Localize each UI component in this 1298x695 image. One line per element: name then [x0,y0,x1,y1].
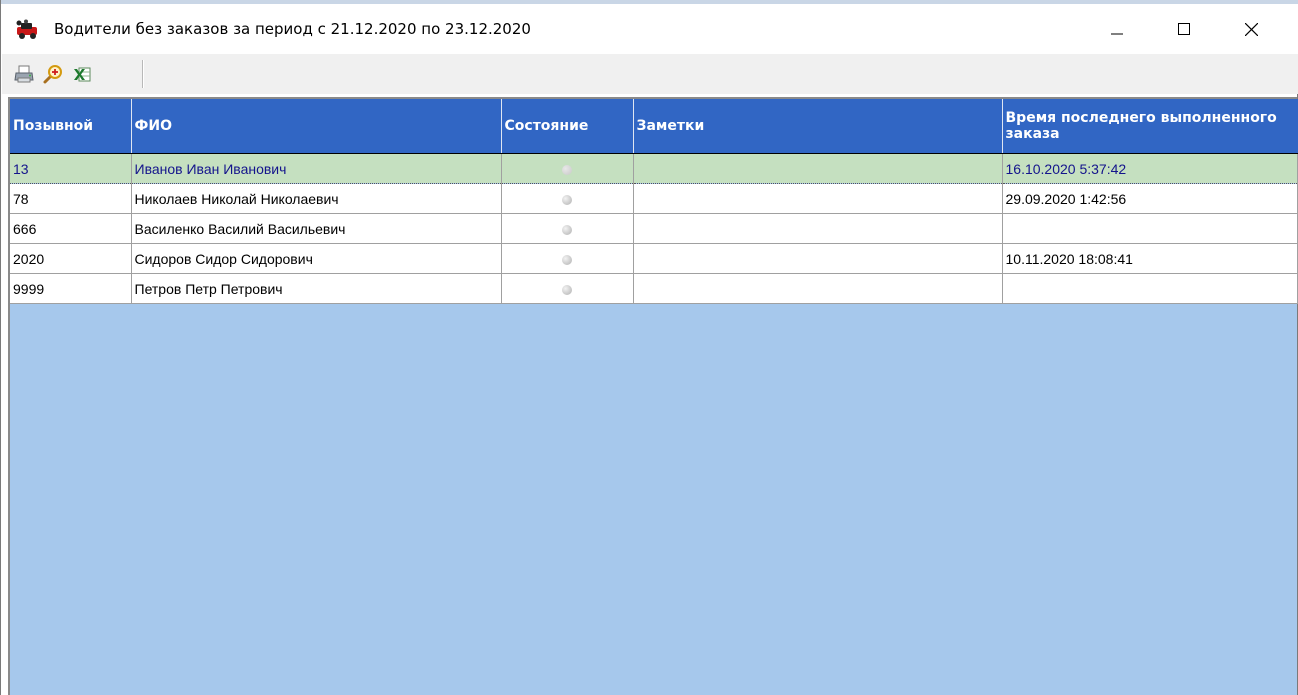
last-order-cell: 29.09.2020 1:42:56 [1002,183,1298,214]
column-header-last-order[interactable]: Время последнего выполненного заказа [1002,99,1298,154]
close-button[interactable] [1228,4,1274,54]
fio-cell: Петров Петр Петрович [131,273,502,304]
report-window: Водители без заказов за период с 21.12.2… [0,0,1298,695]
minimize-button[interactable] [1094,4,1140,54]
title-bar[interactable]: Водители без заказов за период с 21.12.2… [1,4,1298,54]
table-row[interactable]: 2020 Сидоров Сидор Сидорович 10.11.2020 … [10,243,1298,274]
drivers-grid[interactable]: Позывной ФИО Состояние Заметки Время пос… [8,97,1298,695]
fio-cell: Сидоров Сидор Сидорович [131,243,502,274]
status-cell [501,243,634,274]
notes-cell [633,183,1003,214]
maximize-icon [1178,23,1190,35]
printer-icon [14,65,34,83]
drivers-table: Позывной ФИО Состояние Заметки Время пос… [10,99,1298,304]
status-cell [501,183,634,214]
last-order-cell: 16.10.2020 5:37:42 [1002,153,1298,184]
last-order-cell [1002,273,1298,304]
notes-cell [633,213,1003,244]
notes-cell [633,243,1003,274]
callsign-cell: 666 [10,213,132,244]
toolbar-separator [142,60,144,88]
column-header-fio[interactable]: ФИО [131,99,502,154]
status-dot-icon [562,224,572,235]
callsign-cell: 2020 [10,243,132,274]
table-header-row: Позывной ФИО Состояние Заметки Время пос… [10,99,1298,154]
excel-export-button[interactable] [71,63,93,85]
callsign-cell: 78 [10,183,132,214]
status-dot-icon [562,284,572,295]
table-row[interactable]: 13 Иванов Иван Иванович 16.10.2020 5:37:… [10,153,1298,184]
table-row[interactable]: 78 Николаев Николай Николаевич 29.09.202… [10,183,1298,214]
toolbar [2,54,1298,94]
fio-cell: Василенко Василий Васильевич [131,213,502,244]
column-header-notes[interactable]: Заметки [633,99,1003,154]
maximize-button[interactable] [1161,4,1207,54]
window-title: Водители без заказов за период с 21.12.2… [54,20,531,38]
excel-icon [74,67,91,82]
status-cell [501,153,634,184]
close-icon [1244,22,1258,36]
print-button[interactable] [13,63,35,85]
callsign-cell: 9999 [10,273,132,304]
notes-cell [633,273,1003,304]
minimize-icon [1111,33,1123,35]
table-row[interactable]: 666 Василенко Василий Васильевич [10,213,1298,244]
zoom-button[interactable] [42,63,64,85]
callsign-cell: 13 [10,153,132,184]
app-icon [14,19,40,39]
column-header-status[interactable]: Состояние [501,99,634,154]
fio-cell: Иванов Иван Иванович [131,153,502,184]
notes-cell [633,153,1003,184]
table-row[interactable]: 9999 Петров Петр Петрович [10,273,1298,304]
fio-cell: Николаев Николай Николаевич [131,183,502,214]
zoom-icon [43,65,62,84]
status-dot-icon [562,164,572,175]
status-dot-icon [562,254,572,265]
status-cell [501,213,634,244]
last-order-cell [1002,213,1298,244]
status-dot-icon [562,194,572,205]
last-order-cell: 10.11.2020 18:08:41 [1002,243,1298,274]
column-header-callsign[interactable]: Позывной [10,99,132,154]
status-cell [501,273,634,304]
